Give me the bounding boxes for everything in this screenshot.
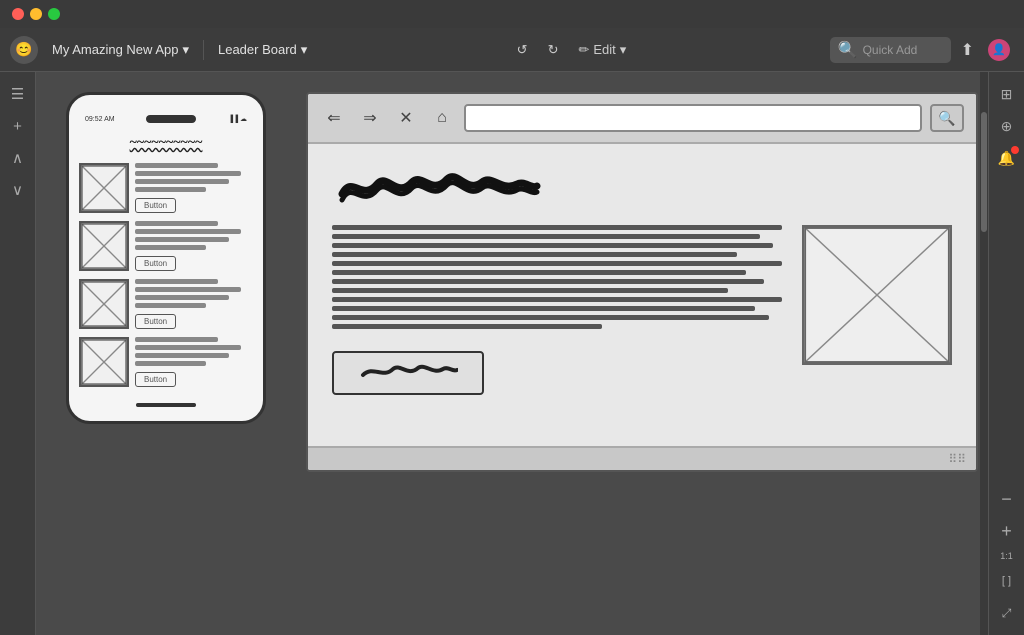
right-sidebar: ⊞ ⊕ 🔔 − + 1:1 [ ] ⤢ — [988, 72, 1024, 635]
canvas-area: 09:52 AM ▐▐ ☁ ~~~~~~~~~~ — [36, 72, 988, 635]
phone-item-image — [79, 279, 129, 329]
fit-screen-button[interactable]: ⤢ — [993, 599, 1021, 627]
section-name-label: Leader Board — [218, 42, 297, 57]
phone-item-button[interactable]: Button — [135, 314, 176, 329]
phone-title: ~~~~~~~~~~ — [79, 129, 253, 155]
phone-item-image — [79, 221, 129, 271]
sidebar-menu-icon[interactable]: ☰ — [4, 80, 32, 108]
phone-item-button[interactable]: Button — [135, 256, 176, 271]
phone-status-icons: ▐▐ ☁ — [228, 115, 247, 123]
user-icon: 👤 — [988, 39, 1010, 61]
zoom-in-button[interactable]: + — [993, 517, 1021, 545]
browser-home-button[interactable]: ⌂ — [428, 104, 456, 132]
canvas-scrollbar[interactable] — [980, 72, 988, 635]
browser-text-content — [332, 225, 782, 395]
browser-forward-button[interactable]: ⇒ — [356, 104, 384, 132]
sidebar-expand-icon[interactable]: ∨ — [4, 176, 32, 204]
browser-cta-button[interactable] — [332, 351, 484, 395]
fit-width-button[interactable]: [ ] — [993, 567, 1021, 595]
browser-heading — [332, 164, 952, 213]
browser-toolbar: ⇐ ⇒ ✕ ⌂ 🔍 — [308, 94, 976, 144]
toolbar-right: 🔍 ⬆ 👤 — [830, 35, 1014, 65]
left-sidebar: ☰ + ∧ ∨ — [0, 72, 36, 635]
maximize-button[interactable] — [48, 8, 60, 20]
phone-item-button[interactable]: Button — [135, 372, 176, 387]
phone-item-text: Button — [135, 337, 253, 387]
undo-icon: ↺ — [517, 42, 528, 58]
titlebar — [0, 0, 1024, 28]
components-panel-button[interactable]: ⊕ — [993, 112, 1021, 140]
quick-add-search[interactable]: 🔍 — [830, 37, 951, 63]
browser-search-button[interactable]: 🔍 — [930, 104, 964, 132]
browser-footer-text: ⠿⠿ — [948, 452, 966, 466]
zoom-reset-button[interactable]: 1:1 — [993, 549, 1021, 563]
layers-panel-button[interactable]: ⊞ — [993, 80, 1021, 108]
undo-button[interactable]: ↺ — [511, 38, 534, 62]
toolbar: 😊 My Amazing New App ▾ Leader Board ▾ ↺ … — [0, 28, 1024, 72]
browser-body — [332, 225, 952, 395]
browser-stop-button[interactable]: ✕ — [392, 104, 420, 132]
main-layout: ☰ + ∧ ∨ 09:52 AM ▐▐ ☁ ~~~~~~~~~~ — [0, 72, 1024, 635]
phone-item-text: Button — [135, 279, 253, 329]
app-name-label: My Amazing New App — [52, 42, 178, 57]
edit-chevron: ▾ — [620, 42, 627, 58]
phone-item-image — [79, 163, 129, 213]
phone-notch — [146, 115, 196, 123]
quick-add-input[interactable] — [863, 43, 943, 57]
redo-icon: ↻ — [548, 42, 559, 58]
close-button[interactable] — [12, 8, 24, 20]
avatar-button[interactable]: 👤 — [984, 35, 1014, 65]
share-icon: ⬆ — [961, 42, 974, 59]
browser-back-button[interactable]: ⇐ — [320, 104, 348, 132]
search-icon: 🔍 — [838, 40, 858, 60]
edit-menu-button[interactable]: ✏ Edit ▾ — [572, 38, 632, 62]
zoom-out-button[interactable]: − — [993, 485, 1021, 513]
sidebar-add-icon[interactable]: + — [4, 112, 32, 140]
browser-wireframe: ⇐ ⇒ ✕ ⌂ 🔍 — [306, 92, 978, 472]
app-name-menu[interactable]: My Amazing New App ▾ — [46, 38, 195, 62]
phone-list-item: Button — [79, 279, 253, 329]
phone-time: 09:52 AM — [85, 116, 115, 123]
phone-home-indicator — [136, 403, 196, 407]
phone-item-button[interactable]: Button — [135, 198, 176, 213]
sidebar-collapse-icon[interactable]: ∧ — [4, 144, 32, 172]
pencil-icon: ✏ — [578, 42, 589, 58]
phone-status-bar: 09:52 AM ▐▐ ☁ — [79, 115, 253, 123]
phone-item-text: Button — [135, 163, 253, 213]
section-name-menu[interactable]: Leader Board ▾ — [212, 38, 313, 62]
phone-list-item: Button — [79, 221, 253, 271]
phone-title-text: ~~~~~~~~~~ — [130, 135, 203, 151]
traffic-lights — [12, 8, 60, 20]
browser-address-bar[interactable] — [464, 104, 922, 132]
browser-footer: ⠿⠿ — [308, 446, 976, 470]
phone-item-text: Button — [135, 221, 253, 271]
canvas-content: 09:52 AM ▐▐ ☁ ~~~~~~~~~~ — [66, 92, 978, 615]
toolbar-divider — [203, 40, 204, 60]
browser-image-placeholder — [802, 225, 952, 365]
redo-button[interactable]: ↻ — [542, 38, 565, 62]
app-logo: 😊 — [10, 36, 38, 64]
phone-list-item: Button — [79, 163, 253, 213]
notifications-button[interactable]: 🔔 — [993, 144, 1021, 172]
phone-item-image — [79, 337, 129, 387]
section-chevron: ▾ — [301, 42, 308, 58]
edit-label: Edit — [593, 42, 615, 57]
notification-badge — [1011, 146, 1019, 154]
share-button[interactable]: ⬆ — [957, 36, 978, 64]
phone-list-item: Button — [79, 337, 253, 387]
minimize-button[interactable] — [30, 8, 42, 20]
phone-wireframe: 09:52 AM ▐▐ ☁ ~~~~~~~~~~ — [66, 92, 266, 424]
app-name-chevron: ▾ — [182, 42, 189, 58]
toolbar-center: ↺ ↻ ✏ Edit ▾ — [317, 38, 825, 62]
scrollbar-thumb[interactable] — [981, 112, 987, 232]
browser-content — [308, 144, 976, 446]
